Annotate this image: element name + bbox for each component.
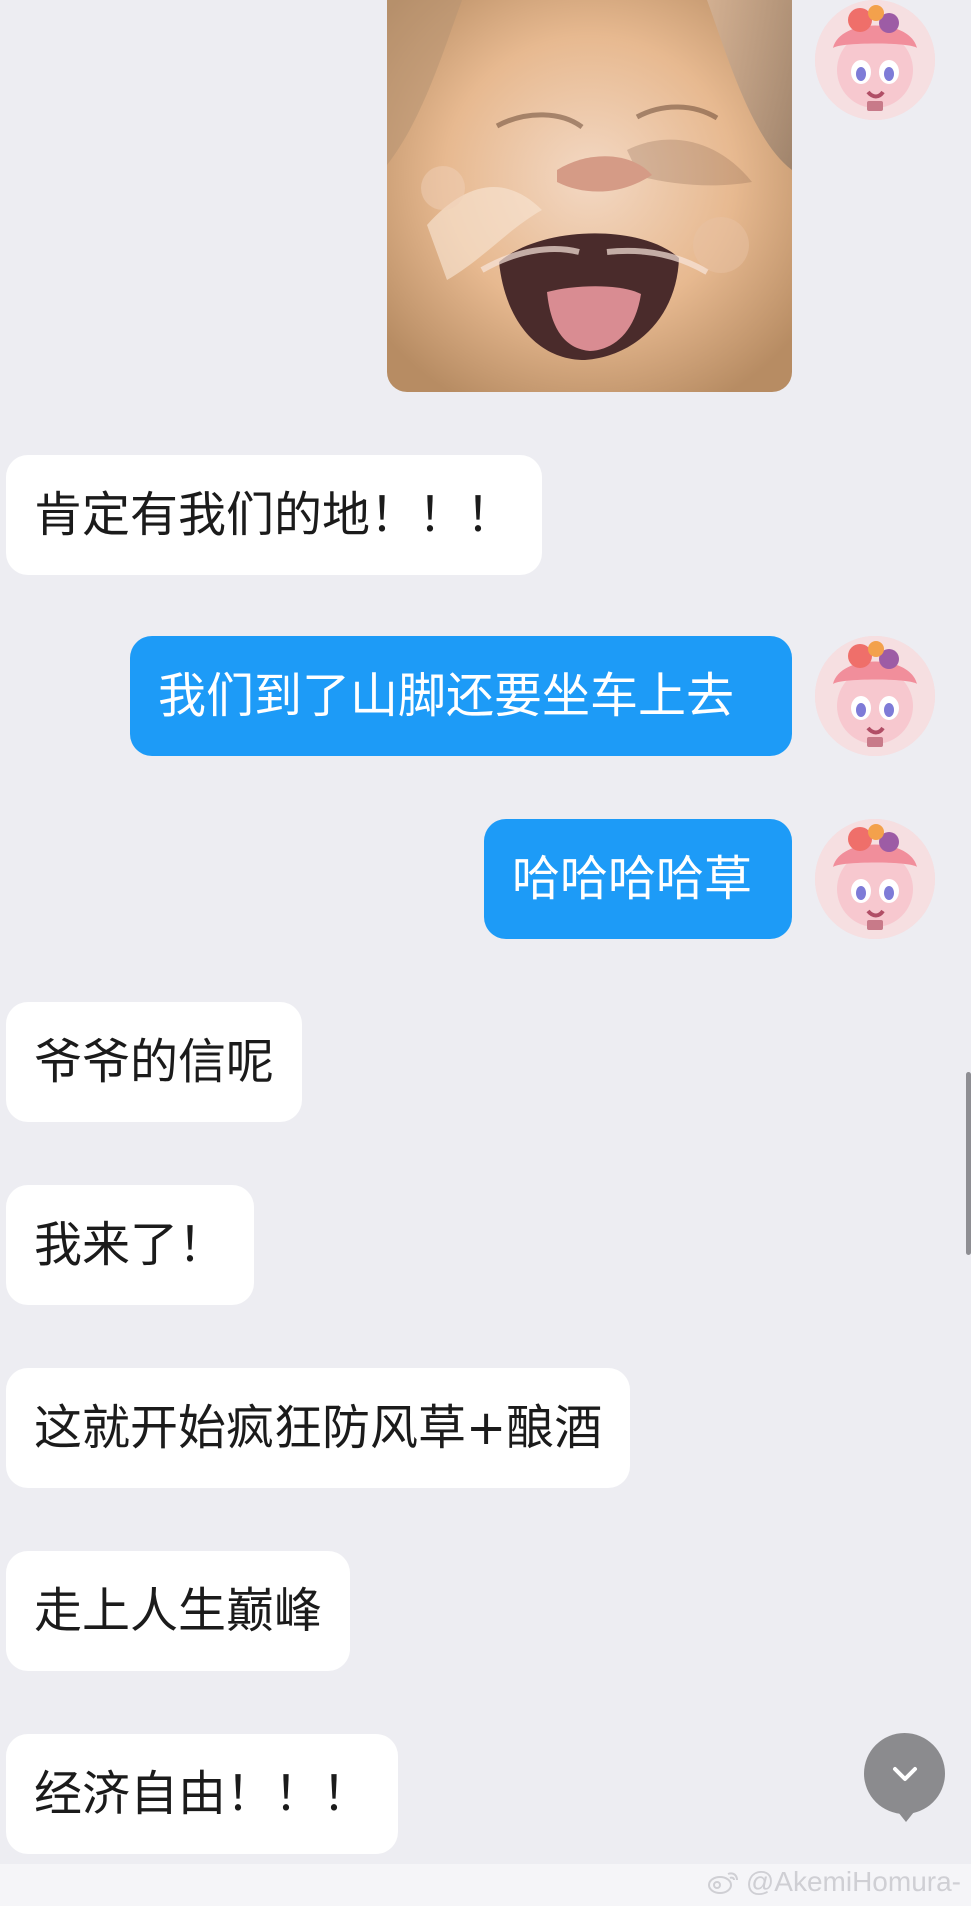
scroll-to-bottom-button[interactable] — [864, 1733, 945, 1822]
cat-meme-image — [387, 0, 792, 392]
anime-avatar-icon — [815, 819, 935, 939]
anime-avatar-icon — [815, 0, 935, 120]
anime-avatar-icon — [815, 636, 935, 756]
message-bubble[interactable]: 我们到了山脚还要坐车上去 — [130, 636, 792, 756]
weibo-icon — [707, 1872, 738, 1894]
watermark: @AkemiHomura- — [706, 1866, 961, 1898]
chevron-down-icon — [892, 1766, 917, 1781]
message-bubble[interactable]: 肯定有我们的地！！！ — [6, 455, 543, 575]
scrollbar[interactable] — [966, 1072, 971, 1255]
avatar[interactable] — [815, 0, 935, 120]
image-message[interactable] — [387, 0, 792, 392]
avatar[interactable] — [815, 819, 935, 939]
message-bubble[interactable]: 哈哈哈哈草 — [484, 819, 792, 939]
watermark-text: @AkemiHomura- — [745, 1866, 961, 1897]
message-bubble[interactable]: 经济自由！！！ — [6, 1734, 399, 1854]
message-bubble[interactable]: 这就开始疯狂防风草+酿酒 — [6, 1368, 631, 1488]
message-bubble[interactable]: 走上人生巅峰 — [6, 1551, 351, 1671]
avatar[interactable] — [815, 636, 935, 756]
message-bubble[interactable]: 我来了！ — [6, 1185, 255, 1305]
message-bubble[interactable]: 爷爷的信呢 — [6, 1002, 303, 1122]
